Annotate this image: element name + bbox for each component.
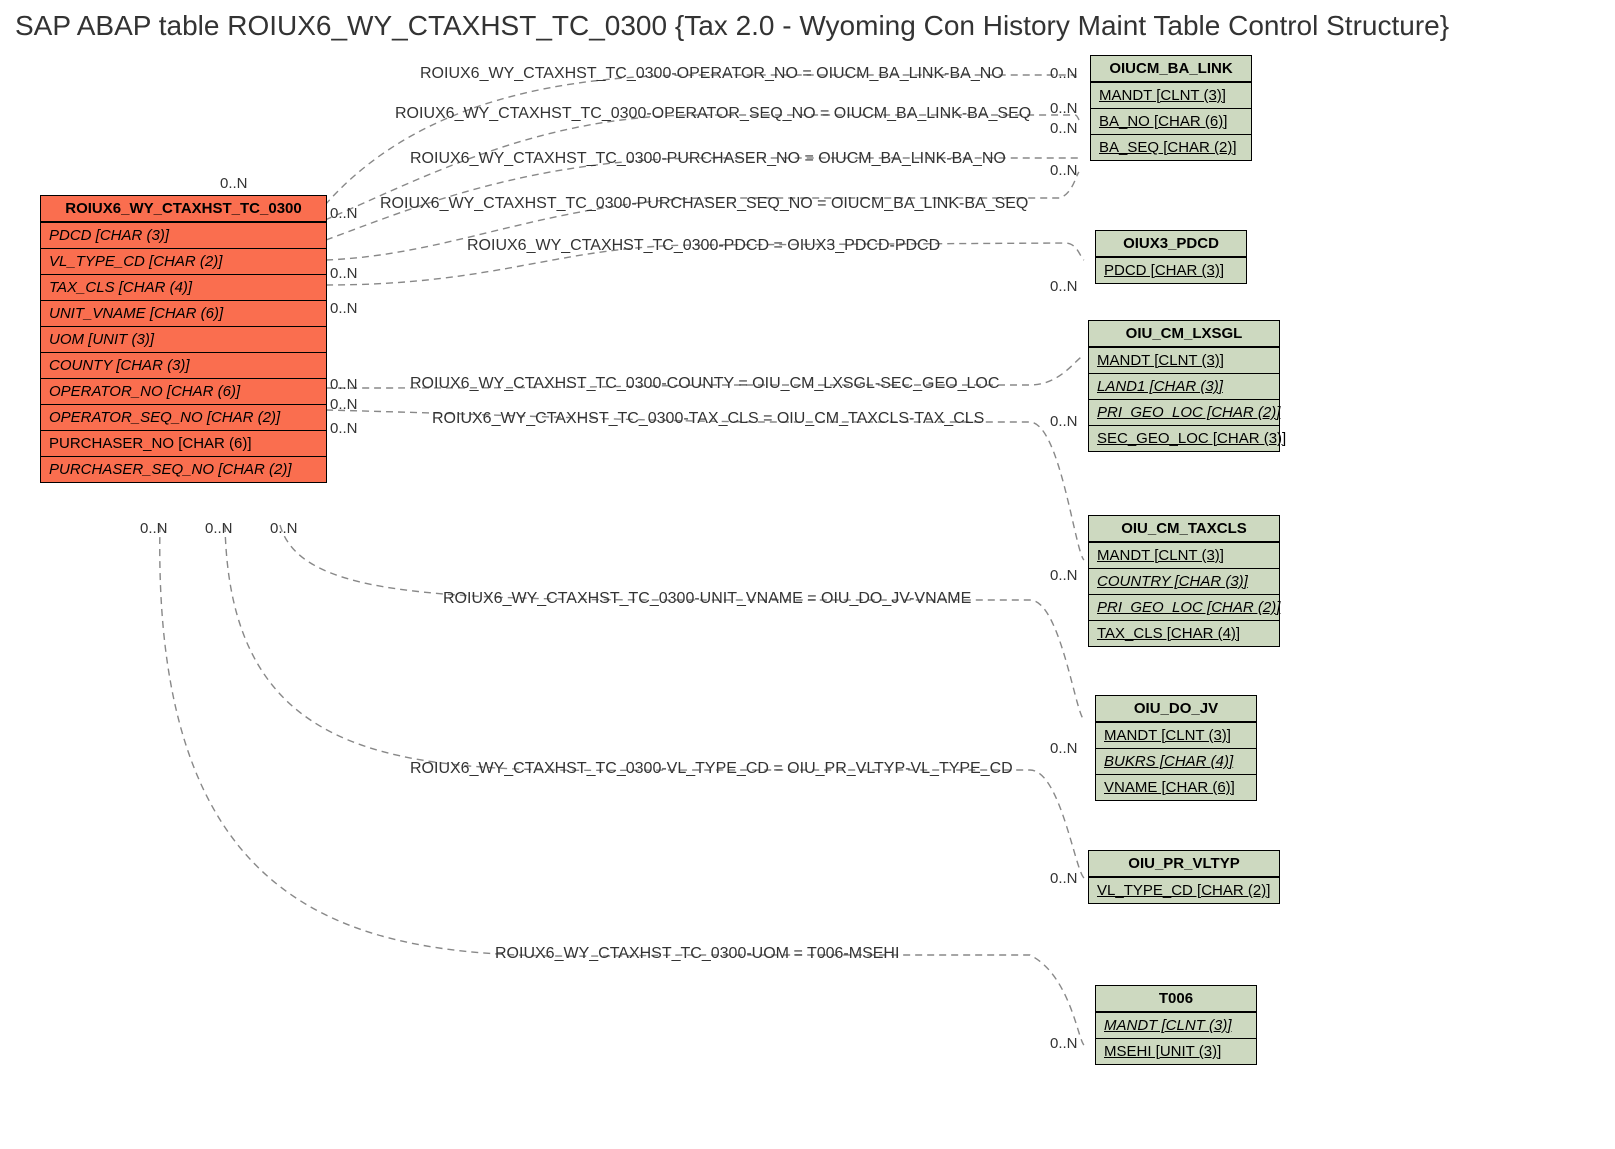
cardinality: 0..N	[1050, 120, 1078, 137]
entity-name: OIU_DO_JV	[1096, 696, 1256, 722]
field: MANDT [CLNT (3)]	[1089, 347, 1279, 373]
entity-do-jv: OIU_DO_JV MANDT [CLNT (3)] BUKRS [CHAR (…	[1095, 695, 1257, 801]
relation-label: ROIUX6_WY_CTAXHST_TC_0300-OPERATOR_NO = …	[420, 65, 1004, 83]
entity-name: OIU_CM_TAXCLS	[1089, 516, 1279, 542]
field: VNAME [CHAR (6)]	[1096, 774, 1256, 800]
field: PURCHASER_NO [CHAR (6)]	[41, 430, 326, 456]
entity-ba-link: OIUCM_BA_LINK MANDT [CLNT (3)] BA_NO [CH…	[1090, 55, 1252, 161]
field: PRI_GEO_LOC [CHAR (2)]	[1089, 594, 1279, 620]
field: VL_TYPE_CD [CHAR (2)]	[1089, 877, 1279, 903]
relation-label: ROIUX6_WY_CTAXHST_TC_0300-TAX_CLS = OIU_…	[432, 410, 984, 428]
connectors-layer	[0, 0, 1615, 1149]
relation-label: ROIUX6_WY_CTAXHST_TC_0300-VL_TYPE_CD = O…	[410, 760, 1013, 778]
cardinality: 0..N	[270, 520, 298, 537]
cardinality: 0..N	[1050, 567, 1078, 584]
entity-name: T006	[1096, 986, 1256, 1012]
field: PURCHASER_SEQ_NO [CHAR (2)]	[41, 456, 326, 482]
field: PRI_GEO_LOC [CHAR (2)]	[1089, 399, 1279, 425]
cardinality: 0..N	[1050, 100, 1078, 117]
page-title: SAP ABAP table ROIUX6_WY_CTAXHST_TC_0300…	[15, 10, 1449, 42]
cardinality: 0..N	[140, 520, 168, 537]
field: MANDT [CLNT (3)]	[1096, 1012, 1256, 1038]
field: BUKRS [CHAR (4)]	[1096, 748, 1256, 774]
field: SEC_GEO_LOC [CHAR (3)]	[1089, 425, 1279, 451]
cardinality: 0..N	[330, 265, 358, 282]
entity-pdcd: OIUX3_PDCD PDCD [CHAR (3)]	[1095, 230, 1247, 284]
field: MANDT [CLNT (3)]	[1096, 722, 1256, 748]
field: UNIT_VNAME [CHAR (6)]	[41, 300, 326, 326]
entity-lxsgl: OIU_CM_LXSGL MANDT [CLNT (3)] LAND1 [CHA…	[1088, 320, 1280, 452]
relation-label: ROIUX6_WY_CTAXHST_TC_0300-UOM = T006-MSE…	[495, 945, 899, 963]
entity-name: OIU_CM_LXSGL	[1089, 321, 1279, 347]
cardinality: 0..N	[330, 300, 358, 317]
cardinality: 0..N	[220, 175, 248, 192]
entity-name: OIUCM_BA_LINK	[1091, 56, 1251, 82]
field: COUNTRY [CHAR (3)]	[1089, 568, 1279, 594]
field: PDCD [CHAR (3)]	[1096, 257, 1246, 283]
relation-label: ROIUX6_WY_CTAXHST_TC_0300-PURCHASER_SEQ_…	[380, 195, 1028, 213]
cardinality: 0..N	[205, 520, 233, 537]
cardinality: 0..N	[330, 376, 358, 393]
cardinality: 0..N	[1050, 162, 1078, 179]
entity-t006: T006 MANDT [CLNT (3)] MSEHI [UNIT (3)]	[1095, 985, 1257, 1065]
cardinality: 0..N	[1050, 870, 1078, 887]
relation-label: ROIUX6_WY_CTAXHST_TC_0300-UNIT_VNAME = O…	[443, 590, 971, 608]
field: BA_NO [CHAR (6)]	[1091, 108, 1251, 134]
field: OPERATOR_NO [CHAR (6)]	[41, 378, 326, 404]
relation-label: ROIUX6_WY_CTAXHST_TC_0300-COUNTY = OIU_C…	[410, 375, 999, 393]
cardinality: 0..N	[1050, 1035, 1078, 1052]
entity-taxcls: OIU_CM_TAXCLS MANDT [CLNT (3)] COUNTRY […	[1088, 515, 1280, 647]
field: PDCD [CHAR (3)]	[41, 222, 326, 248]
field: COUNTY [CHAR (3)]	[41, 352, 326, 378]
field: UOM [UNIT (3)]	[41, 326, 326, 352]
entity-name: OIUX3_PDCD	[1096, 231, 1246, 257]
entity-main-name: ROIUX6_WY_CTAXHST_TC_0300	[41, 196, 326, 222]
field: MANDT [CLNT (3)]	[1091, 82, 1251, 108]
entity-vltyp: OIU_PR_VLTYP VL_TYPE_CD [CHAR (2)]	[1088, 850, 1280, 904]
field: TAX_CLS [CHAR (4)]	[41, 274, 326, 300]
field: MANDT [CLNT (3)]	[1089, 542, 1279, 568]
relation-label: ROIUX6_WY_CTAXHST_TC_0300-PURCHASER_NO =…	[410, 150, 1006, 168]
cardinality: 0..N	[1050, 278, 1078, 295]
relation-label: ROIUX6_WY_CTAXHST_TC_0300-PDCD = OIUX3_P…	[467, 237, 940, 255]
cardinality: 0..N	[1050, 740, 1078, 757]
field: BA_SEQ [CHAR (2)]	[1091, 134, 1251, 160]
entity-name: OIU_PR_VLTYP	[1089, 851, 1279, 877]
entity-main: ROIUX6_WY_CTAXHST_TC_0300 PDCD [CHAR (3)…	[40, 195, 327, 483]
field: LAND1 [CHAR (3)]	[1089, 373, 1279, 399]
relation-label: ROIUX6_WY_CTAXHST_TC_0300-OPERATOR_SEQ_N…	[395, 105, 1031, 123]
cardinality: 0..N	[1050, 65, 1078, 82]
cardinality: 0..N	[330, 396, 358, 413]
cardinality: 0..N	[330, 420, 358, 437]
field: MSEHI [UNIT (3)]	[1096, 1038, 1256, 1064]
field: OPERATOR_SEQ_NO [CHAR (2)]	[41, 404, 326, 430]
cardinality: 0..N	[1050, 413, 1078, 430]
field: TAX_CLS [CHAR (4)]	[1089, 620, 1279, 646]
cardinality: 0..N	[330, 205, 358, 222]
field: VL_TYPE_CD [CHAR (2)]	[41, 248, 326, 274]
